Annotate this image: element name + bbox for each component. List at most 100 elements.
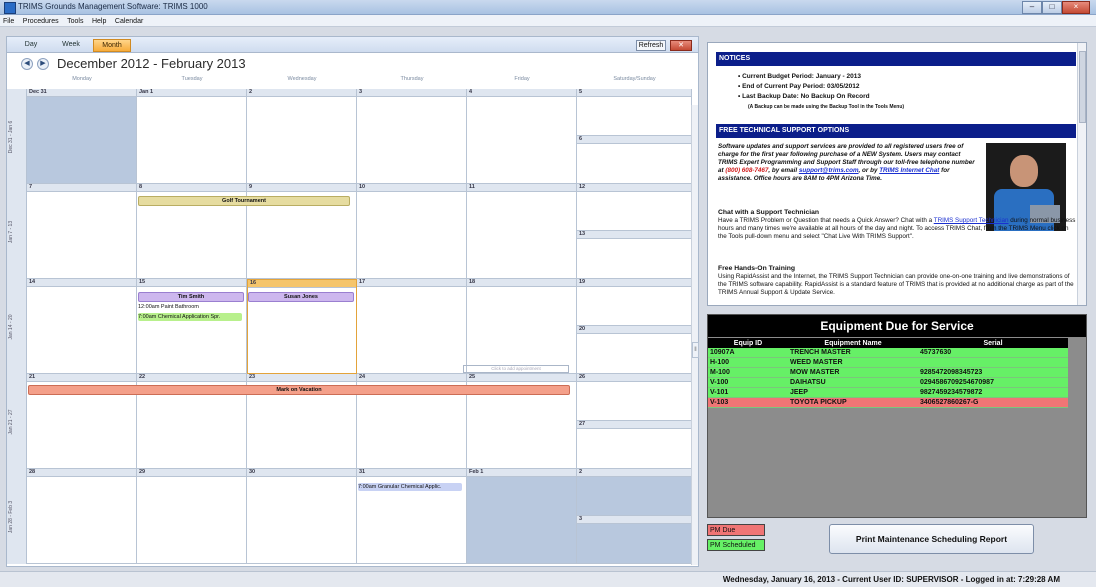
notices-scrollbar[interactable] <box>1077 43 1086 305</box>
tab-month[interactable]: Month <box>93 39 131 52</box>
day-cell[interactable]: 30 <box>247 469 357 564</box>
day-cell[interactable]: 28 <box>27 469 137 564</box>
day-cell[interactable]: Dec 31 <box>27 89 137 184</box>
day-cell[interactable]: 7 <box>27 184 137 279</box>
day-cell[interactable]: 3 <box>357 89 467 184</box>
day-cell[interactable]: 6 <box>577 136 692 184</box>
appointment-granular-chemical[interactable]: 7:00am Granular Chemical Applic. <box>358 483 462 491</box>
pm-due-legend: PM Due <box>707 524 765 536</box>
appointment-chemical-application[interactable]: 7:00am Chemical Application Spr. <box>138 313 242 321</box>
day-number: 30 <box>247 469 356 477</box>
day-number: 24 <box>357 374 466 382</box>
day-cell[interactable]: 3 <box>577 516 692 564</box>
day-cell[interactable]: 11 <box>467 184 577 279</box>
view-tabs: Day Week Month Refresh ✕ <box>7 37 698 53</box>
day-number: 31 <box>357 469 466 477</box>
column-header[interactable]: Equip ID <box>708 338 788 348</box>
day-header: Saturday/Sunday <box>613 76 656 82</box>
equip-id-cell: V-101 <box>708 387 788 398</box>
maximize-button[interactable]: □ <box>1042 1 1062 14</box>
equipment-panel: Equipment Due for Service Equip ID Equip… <box>707 314 1087 518</box>
day-cell[interactable]: 29 <box>137 469 247 564</box>
click-to-add-appointment[interactable]: Click to add appointment <box>463 365 569 373</box>
day-number: 5 <box>577 89 691 97</box>
equipment-row[interactable]: V-103 TOYOTA PICKUP 3406527860267-G <box>708 397 1068 408</box>
menu-procedures[interactable]: Procedures <box>20 17 62 26</box>
day-number: 16 <box>248 280 356 288</box>
tab-week[interactable]: Week <box>53 39 89 50</box>
day-cell[interactable]: 14 <box>27 279 137 374</box>
equipment-row[interactable]: 10907A TRENCH MASTER 45737630 <box>708 348 1068 358</box>
week-label: Jan 7 - 13 <box>7 184 27 279</box>
equip-name-cell: TOYOTA PICKUP <box>788 397 918 408</box>
menu-bar: File Procedures Tools Help Calendar <box>0 15 1096 27</box>
day-cell[interactable]: 20 <box>577 326 692 374</box>
app-icon <box>4 2 16 14</box>
day-cell[interactable]: 26 <box>577 374 692 421</box>
menu-help[interactable]: Help <box>89 17 109 26</box>
day-cell[interactable]: 2 <box>247 89 357 184</box>
week-label: Jan 28 - Feb 3 <box>7 469 27 564</box>
equipment-row[interactable]: V-100 DAIHATSU 0294586709254670987 <box>708 377 1068 388</box>
day-cell[interactable]: 4 <box>467 89 577 184</box>
prev-arrow-icon[interactable]: ◀ <box>21 58 33 70</box>
day-number: 19 <box>577 279 691 287</box>
day-cell[interactable]: 10 <box>357 184 467 279</box>
day-number: 12 <box>577 184 691 192</box>
day-number: 13 <box>577 231 691 239</box>
next-arrow-icon[interactable]: ▶ <box>37 58 49 70</box>
support-phone: (800) 608-7467 <box>725 167 769 174</box>
day-number: 7 <box>27 184 136 192</box>
day-cell[interactable]: 18 <box>467 279 577 374</box>
calendar-scrollbar[interactable] <box>691 105 698 565</box>
close-button[interactable]: × <box>1062 1 1090 14</box>
menu-tools[interactable]: Tools <box>64 17 86 26</box>
day-cell[interactable]: 17 <box>357 279 467 374</box>
equip-name-cell: JEEP <box>788 387 918 398</box>
day-number: 26 <box>577 374 691 382</box>
training-section: Free Hands-On Training Using RapidAssist… <box>718 265 1074 296</box>
day-number: 29 <box>137 469 246 477</box>
support-email-link[interactable]: support@trims.com <box>799 167 859 174</box>
equip-id-cell: M-100 <box>708 367 788 378</box>
notices-panel: NOTICES • Current Budget Period: January… <box>707 42 1087 306</box>
day-cell[interactable]: Feb 1 <box>467 469 577 564</box>
equipment-row[interactable]: M-100 MOW MASTER 9285472098345723 <box>708 367 1068 378</box>
appointment-susan-jones[interactable]: Susan Jones <box>248 292 354 302</box>
day-cell[interactable]: 2 <box>577 469 692 516</box>
appointment-golf-tournament[interactable]: Golf Tournament <box>138 196 350 206</box>
day-number: 2 <box>577 469 691 477</box>
day-cell[interactable]: 12 <box>577 184 692 231</box>
menu-file[interactable]: File <box>0 17 17 26</box>
minimize-button[interactable]: – <box>1022 1 1042 14</box>
appointment-paint-bathroom[interactable]: 12:00am Paint Bathroom <box>138 303 242 311</box>
day-header: Tuesday <box>181 76 203 82</box>
day-cell[interactable]: Jan 1 <box>137 89 247 184</box>
column-header[interactable]: Serial <box>918 338 1068 348</box>
day-cell[interactable]: 13 <box>577 231 692 279</box>
day-number: 18 <box>467 279 576 287</box>
day-number: 6 <box>577 136 691 144</box>
day-cell[interactable]: 19 <box>577 279 692 326</box>
appointment-tim-smith[interactable]: Tim Smith <box>138 292 244 302</box>
calendar-close-button[interactable]: ✕ <box>670 40 692 51</box>
column-header[interactable]: Equipment Name <box>788 338 918 348</box>
equip-id-cell: H-100 <box>708 357 788 368</box>
equip-serial-cell: 45737630 <box>918 348 1068 358</box>
internet-chat-link[interactable]: TRIMS Internet Chat <box>879 167 939 174</box>
tab-day[interactable]: Day <box>13 39 49 50</box>
appointment-mark-vacation[interactable]: Mark on Vacation <box>28 385 570 395</box>
refresh-button[interactable]: Refresh <box>636 40 666 51</box>
print-report-button[interactable]: Print Maintenance Scheduling Report <box>829 524 1034 554</box>
day-cell[interactable]: 5 <box>577 89 692 136</box>
day-number: 28 <box>27 469 136 477</box>
equip-id-cell: V-100 <box>708 377 788 388</box>
panel-splitter-handle[interactable]: ‖ <box>692 342 699 358</box>
day-number: 4 <box>467 89 576 97</box>
day-number: Jan 1 <box>137 89 246 97</box>
day-cell[interactable]: 27 <box>577 421 692 469</box>
equipment-row[interactable]: H-100 WEED MASTER <box>708 357 1068 368</box>
support-technician-link[interactable]: TRIMS Support Technician <box>934 217 1009 224</box>
equipment-row[interactable]: V-101 JEEP 9827459234579872 <box>708 387 1068 398</box>
menu-calendar[interactable]: Calendar <box>112 17 146 26</box>
